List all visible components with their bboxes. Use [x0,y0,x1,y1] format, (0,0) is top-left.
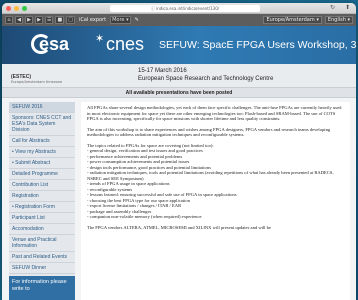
edit-icon[interactable]: ✎ [133,16,141,24]
esa-logo: esa [39,34,70,54]
description-paragraph: All FPGAs share several design methodolo… [87,105,342,121]
reload-icon[interactable]: ↻ [330,4,335,11]
sidebar-item-submit-abstract[interactable]: Submit Abstract [9,158,75,169]
event-title[interactable]: SEFUW: SpacE FPGA Users Workshop, 3rd Ed… [159,39,356,51]
sidebar-item-contribution-list[interactable]: Contribution List [9,180,75,191]
sidebar-item-participant-list[interactable]: Participant List [9,213,75,224]
topics-list: The topics related to FPGAs for space ar… [87,143,344,220]
event-header: esa ✶ cnes SEFUW: SpacE FPGA Users Works… [2,26,356,64]
first-icon[interactable]: ◀ [15,16,23,24]
address-bar[interactable]: ⓘ indico.esa.int/indico/event/130/ [110,5,260,12]
description-paragraph: The aim of this workshop is to share exp… [87,126,331,138]
list-item: - companion non-volatile memory (when re… [87,214,202,219]
timezone-label: Europe/Amsterdam timezone [11,80,63,84]
list-item: - radiation mitigation techniques, tools… [87,170,334,181]
announcement-banner: All available presentations have been po… [2,88,356,98]
title-bar: ⓘ indico.esa.int/indico/event/130/ ↻ ⬆ [2,3,356,14]
timezone-select[interactable]: Europe/Amsterdam ▾ [263,16,322,24]
contact-info-box: For information please write to [9,276,75,300]
sidebar-item-registration-form[interactable]: Registration Form [9,202,75,213]
sidebar-item-detailed-programme[interactable]: Detailed Programme [9,169,75,180]
sidebar-item-sponsors[interactable]: Sponsors: CNES CCT and ESA's Data System… [9,113,75,136]
sidebar-item-view-abstracts[interactable]: View my Abstracts [9,147,75,158]
main-area: SEFUW 2016 Sponsors: CNES CCT and ESA's … [2,98,356,300]
event-description: All FPGAs share several design methodolo… [81,102,350,300]
language-select[interactable]: English ▾ [324,16,353,24]
browser-window: ⓘ indico.esa.int/indico/event/130/ ↻ ⬆ ⌂… [2,3,356,300]
calendar-icon[interactable]: ■ [55,16,65,24]
minimize-icon[interactable] [14,6,19,11]
ical-export-link[interactable]: iCal export [77,16,108,24]
event-date: 15-17 March 2016 [138,68,187,74]
sidebar-item-accomodation[interactable]: Accomodation [9,224,75,235]
next-icon[interactable]: ▶ [35,16,43,24]
sidebar-menu: SEFUW 2016 Sponsors: CNES CCT and ESA's … [9,102,75,300]
sidebar-item-call-for-abstracts[interactable]: Call for Abstracts [9,136,75,147]
sidebar-item-sefuw-dinner[interactable]: SEFUW Dinner [9,263,75,274]
home-icon[interactable]: ⌂ [5,16,13,24]
more-menu[interactable]: More ▾ [110,16,131,24]
cnes-star-icon: ✶ [95,32,105,45]
menu-icon[interactable]: ☰ [45,16,54,24]
description-paragraph: The FPGA vendors ALTERA, ATMEL, MICROSEM… [87,224,271,230]
print-icon[interactable]: □ [66,16,75,24]
event-toolbar: ⌂ ◀ ▶ ▶ ☰ ■ □ iCal export More ▾ ✎ Europ… [2,14,356,26]
event-venue: European Space Research and Technology C… [138,76,274,82]
sidebar-item-past-events[interactable]: Past and Related Events [9,252,75,263]
cnes-logo: cnes [106,34,145,54]
sidebar-item-registration[interactable]: Registration [9,191,75,202]
share-icon[interactable]: ⬆ [345,4,350,11]
zoom-icon[interactable] [22,6,27,11]
sidebar-item-sefuw-2016[interactable]: SEFUW 2016 [9,102,75,113]
sidebar-item-venue[interactable]: Venue and Practical Information [9,235,75,252]
close-icon[interactable] [6,6,11,11]
event-info: (ESTEC) Europe/Amsterdam timezone 15-17 … [2,64,356,88]
prev-icon[interactable]: ▶ [25,16,33,24]
